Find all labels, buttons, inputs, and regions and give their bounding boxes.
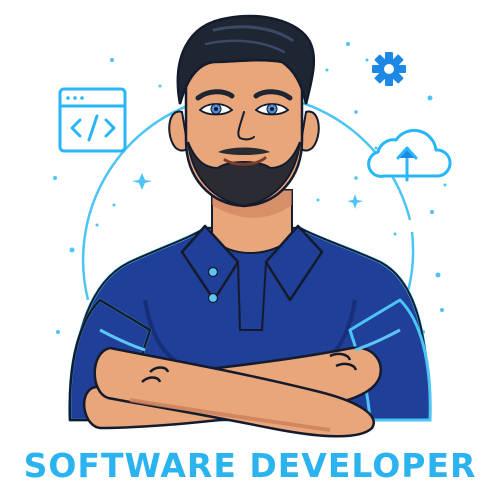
left-eye [198,103,234,116]
shirt-button-top [207,266,219,278]
caption-text: SOFTWARE DEVELOPER [23,446,477,485]
caption-title: SOFTWARE DEVELOPER [0,442,500,490]
gear-icon [372,52,406,86]
developer-head [168,14,320,208]
developer-illustration [53,14,452,438]
illustration-canvas: SOFTWARE DEVELOPER [0,0,500,500]
shirt-button-middle [207,292,219,304]
right-eye [254,103,290,116]
cloud-upload-icon [367,129,452,182]
code-window-icon [58,87,127,153]
